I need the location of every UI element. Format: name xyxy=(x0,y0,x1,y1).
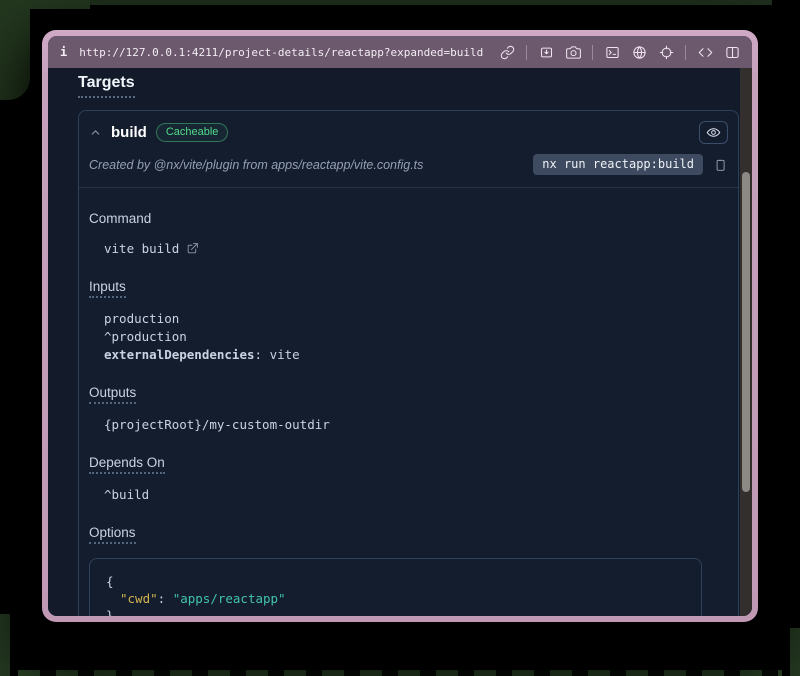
input-item: production xyxy=(104,310,728,328)
split-panel-icon[interactable] xyxy=(724,44,740,60)
background-corner-bottom-left xyxy=(0,614,10,676)
json-line: { xyxy=(106,573,685,590)
options-section: Options { "cwd": "apps/reactapp" } xyxy=(89,524,728,616)
camera-icon[interactable] xyxy=(565,44,581,60)
build-target-meta: Created by @nx/vite/plugin from apps/rea… xyxy=(79,150,738,187)
command-value: vite build xyxy=(104,240,179,258)
command-section: Command vite build xyxy=(89,210,728,258)
target-name: build xyxy=(111,124,147,141)
build-target-header[interactable]: build Cacheable xyxy=(79,111,738,150)
page-title: Targets xyxy=(78,74,135,98)
input-item: externalDependencies: vite xyxy=(104,346,728,364)
json-line: } xyxy=(106,607,685,616)
depends-on-label: Depends On xyxy=(89,455,165,474)
chevron-up-icon[interactable] xyxy=(89,126,102,139)
topbar-separator xyxy=(592,45,593,60)
terminal-icon[interactable] xyxy=(604,44,620,60)
json-key: "cwd" xyxy=(120,591,158,606)
topbar-separator xyxy=(526,45,527,60)
command-label: Command xyxy=(89,211,151,226)
topbar-icon-group xyxy=(499,44,740,60)
scrollbar-thumb[interactable] xyxy=(742,172,750,492)
background-corner-bottom-right xyxy=(790,628,800,676)
globe-icon[interactable] xyxy=(631,44,647,60)
output-item: {projectRoot}/my-custom-outdir xyxy=(104,416,728,434)
input-key-value: : vite xyxy=(255,347,300,362)
run-command-chip: nx run reactapp:build xyxy=(533,154,703,175)
depends-on-item: ^build xyxy=(104,486,728,504)
input-key: externalDependencies xyxy=(104,347,255,362)
crosshair-icon[interactable] xyxy=(658,44,674,60)
target-card-build: build Cacheable Created by @nx/vite/plug… xyxy=(78,110,739,616)
background-edge-top xyxy=(28,0,772,5)
cacheable-badge: Cacheable xyxy=(156,123,229,142)
inputs-section: Inputs production ^production externalDe… xyxy=(89,278,728,364)
view-in-graph-button[interactable] xyxy=(699,121,728,144)
input-item: ^production xyxy=(104,328,728,346)
depends-on-section: Depends On ^build xyxy=(89,454,728,504)
copy-icon[interactable] xyxy=(712,157,728,173)
options-json-box: { "cwd": "apps/reactapp" } xyxy=(89,558,702,616)
background-corner-top-left-block xyxy=(0,0,30,100)
link-icon[interactable] xyxy=(499,44,515,60)
outputs-label: Outputs xyxy=(89,385,136,404)
browser-window: i http://127.0.0.1:4211/project-details/… xyxy=(42,30,758,622)
inputs-label: Inputs xyxy=(89,279,126,298)
topbar-separator xyxy=(685,45,686,60)
outputs-section: Outputs {projectRoot}/my-custom-outdir xyxy=(89,384,728,434)
save-screenshot-icon[interactable] xyxy=(538,44,554,60)
external-link-icon[interactable] xyxy=(186,242,200,256)
project-details-page: Targets build Cacheable Created by @n xyxy=(48,68,752,616)
build-target-body: Command vite build Inputs production xyxy=(79,187,738,616)
scrollbar-track[interactable] xyxy=(740,68,752,616)
code-icon[interactable] xyxy=(697,44,713,60)
address-bar[interactable]: http://127.0.0.1:4211/project-details/re… xyxy=(79,46,483,59)
json-separator: : xyxy=(158,591,173,606)
background-dashed-bottom-edge xyxy=(18,670,782,676)
eye-icon xyxy=(706,125,721,140)
options-label: Options xyxy=(89,525,136,544)
browser-topbar: i http://127.0.0.1:4211/project-details/… xyxy=(48,36,752,68)
json-value: "apps/reactapp" xyxy=(173,591,286,606)
json-line: "cwd": "apps/reactapp" xyxy=(106,590,685,607)
info-icon: i xyxy=(60,45,67,59)
created-by-text: Created by @nx/vite/plugin from apps/rea… xyxy=(89,158,423,172)
